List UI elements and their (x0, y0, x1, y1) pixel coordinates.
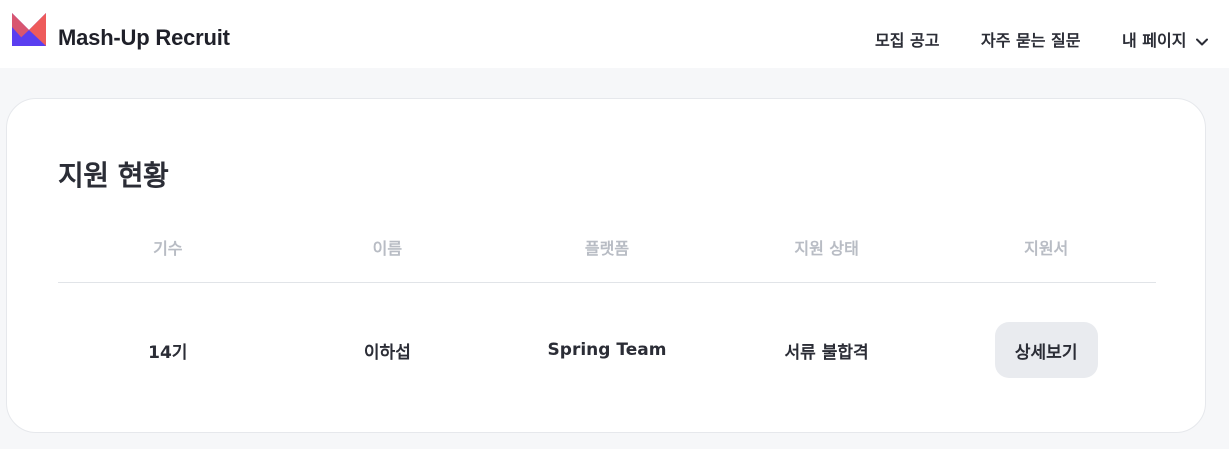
cell-generation: 14기 (148, 342, 188, 363)
table-row: 14기 이하섭 Spring Team 서류 불합격 상세보기 (58, 322, 1156, 378)
main-nav: 모집 공고 자주 묻는 질문 내 페이지 (0, 27, 1229, 51)
page-title: 지원 현황 (58, 159, 169, 192)
nav-faq[interactable]: 자주 묻는 질문 (981, 27, 1080, 51)
nav-faq-label: 자주 묻는 질문 (981, 31, 1081, 50)
cell-status: 서류 불합격 (784, 342, 869, 363)
cell-platform: Spring Team (547, 340, 667, 360)
nav-my-page[interactable]: 내 페이지 (1122, 27, 1209, 51)
column-header-generation: 기수 (153, 239, 183, 258)
table-header: 기수 이름 플랫폼 지원 상태 지원서 (58, 235, 1156, 259)
view-details-button[interactable]: 상세보기 (994, 322, 1098, 378)
nav-recruit-notice-label: 모집 공고 (875, 31, 940, 50)
chevron-down-icon (1196, 38, 1209, 45)
column-header-status: 지원 상태 (794, 239, 859, 258)
application-status-card: 지원 현황 기수 이름 플랫폼 지원 상태 지원서 14기 이하섭 Spring… (6, 98, 1206, 433)
column-header-platform: 플랫폼 (584, 239, 630, 258)
cell-application: 상세보기 (936, 322, 1156, 378)
cell-name: 이하섭 (363, 342, 411, 363)
column-header-application: 지원서 (1024, 239, 1069, 258)
nav-my-page-label: 내 페이지 (1122, 31, 1187, 50)
column-header-name: 이름 (372, 239, 403, 258)
nav-recruit-notice[interactable]: 모집 공고 (875, 27, 939, 51)
top-header: Mash-Up Recruit 모집 공고 자주 묻는 질문 내 페이지 (0, 0, 1229, 68)
table-divider (58, 282, 1156, 283)
